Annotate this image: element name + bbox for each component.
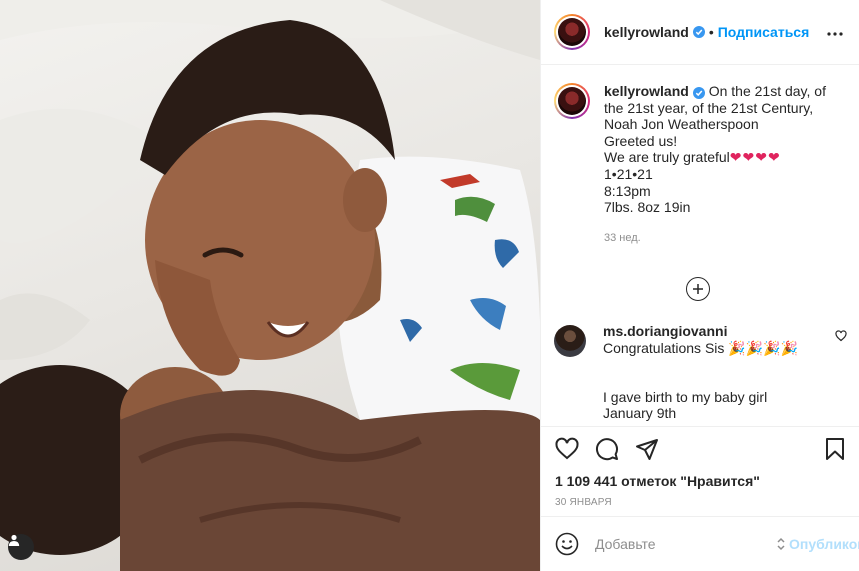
author-avatar[interactable] xyxy=(554,14,590,50)
comment-line: Congratulations Sis 🎉🎉🎉🎉 xyxy=(603,339,799,356)
instagram-post: kellyrowland • Подписаться kellyrowland … xyxy=(0,0,859,571)
plus-circle-icon xyxy=(693,284,703,294)
hearts-emoji: ❤❤❤❤ xyxy=(729,149,781,166)
share-button[interactable] xyxy=(635,437,659,461)
comment-button[interactable] xyxy=(595,437,619,461)
publish-label: Опубликовать xyxy=(789,536,859,552)
follow-button[interactable]: Подписаться xyxy=(718,24,810,40)
paper-plane-icon xyxy=(636,438,658,460)
commenter-username[interactable]: ms.doriangiovanni xyxy=(603,323,818,340)
emoji-button[interactable] xyxy=(555,532,579,556)
comment-bubble-icon xyxy=(596,437,618,460)
user-tag-button[interactable] xyxy=(8,534,34,560)
add-comment-bar: Опубликовать xyxy=(541,516,859,571)
heart-outline-icon xyxy=(555,437,579,459)
comment-input[interactable] xyxy=(595,536,776,552)
author-username[interactable]: kellyrowland xyxy=(604,24,689,40)
user-tag-icon xyxy=(8,534,20,546)
caption-text: kellyrowland On the 21st day, of the 21s… xyxy=(604,83,826,246)
header-separator: • xyxy=(708,24,714,40)
comment-like-icon[interactable] xyxy=(835,329,847,422)
post-header: kellyrowland • Подписаться xyxy=(541,0,859,65)
comments-section: kellyrowland On the 21st day, of the 21s… xyxy=(541,65,859,426)
caption-line: 7lbs. 8oz 19in xyxy=(604,199,691,216)
load-more-comments-button[interactable] xyxy=(686,277,710,301)
comment-line: January 9th xyxy=(603,405,677,422)
caption-time-ago[interactable]: 33 нед. xyxy=(604,230,826,247)
like-button[interactable] xyxy=(555,437,579,461)
caption-line: On the 21st day, of xyxy=(708,83,826,99)
caption-line-with-hearts: We are truly grateful❤❤❤❤ xyxy=(604,149,826,166)
verified-badge-icon xyxy=(692,26,705,38)
photo-illustration xyxy=(0,0,540,571)
likes-count[interactable]: 1 109 441 отметок "Нравится" xyxy=(541,470,859,492)
post-caption: kellyrowland On the 21st day, of the 21s… xyxy=(554,83,847,246)
verified-badge-icon xyxy=(692,87,705,99)
post-side-panel: kellyrowland • Подписаться kellyrowland … xyxy=(540,0,859,571)
comment-text: ms.doriangiovanni Congratulations Sis 🎉🎉… xyxy=(603,323,818,422)
caption-line: We are truly grateful xyxy=(604,149,730,166)
caption-author-avatar[interactable] xyxy=(554,83,590,119)
save-button[interactable] xyxy=(823,437,847,461)
caption-line: 8:13pm xyxy=(604,182,651,199)
post-actions-bar xyxy=(541,426,859,470)
commenter-avatar[interactable] xyxy=(554,325,586,357)
post-photo[interactable] xyxy=(0,0,540,571)
caption-line: 1•21•21 xyxy=(604,165,653,182)
more-options-icon[interactable] xyxy=(823,23,847,41)
comment-line xyxy=(603,356,818,373)
caption-username[interactable]: kellyrowland xyxy=(604,83,689,99)
bookmark-icon xyxy=(826,437,844,460)
comment-line: I gave birth to my baby girl xyxy=(603,388,768,405)
caption-line: Noah Jon Weatherspoon xyxy=(604,116,759,133)
smiley-icon xyxy=(555,532,579,556)
caption-line: the 21st year, of the 21st Century, xyxy=(604,99,814,116)
caption-line: Greeted us! xyxy=(604,132,678,149)
publish-handle-icon xyxy=(777,537,785,551)
publish-button[interactable]: Опубликовать xyxy=(776,536,859,552)
comment-item: ms.doriangiovanni Congratulations Sis 🎉🎉… xyxy=(554,323,847,422)
post-date[interactable]: 30 ЯНВАРЯ xyxy=(541,492,859,516)
